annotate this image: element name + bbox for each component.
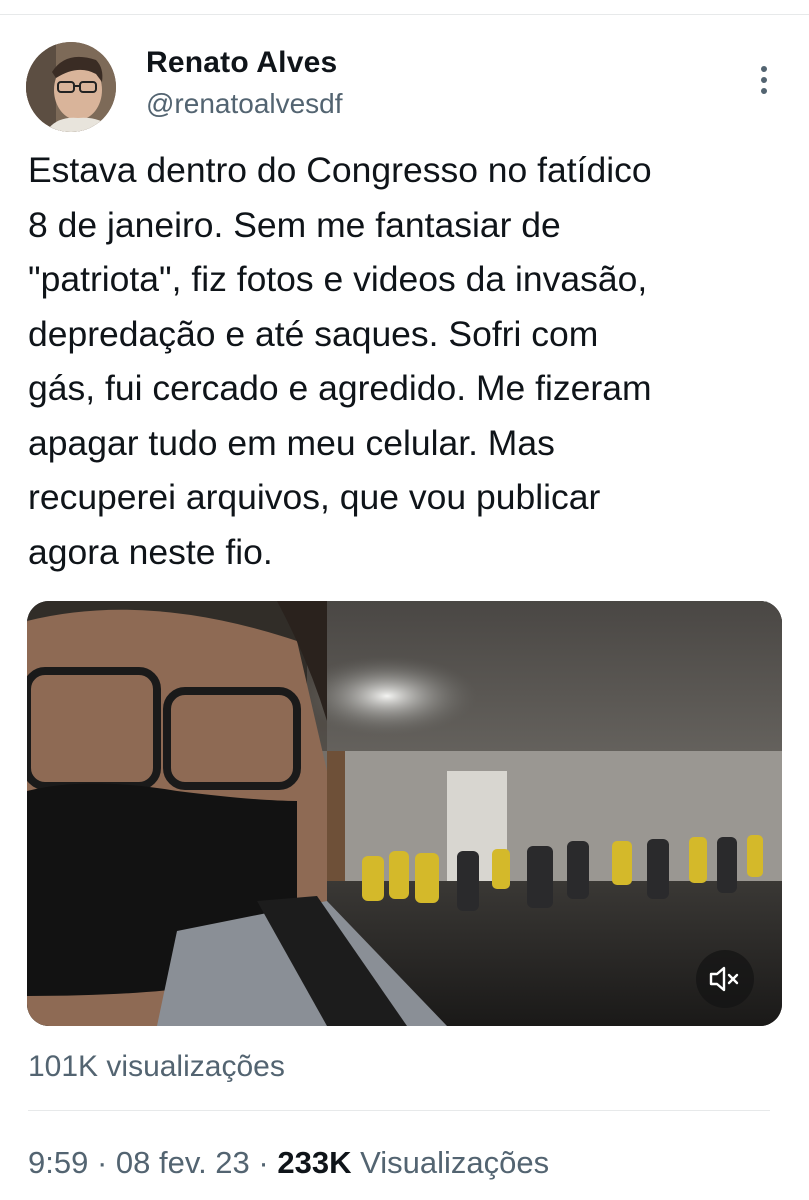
- author-handle[interactable]: @renatoalvesdf: [146, 88, 343, 120]
- views-count[interactable]: 233K: [277, 1145, 351, 1180]
- author-name[interactable]: Renato Alves: [146, 46, 337, 80]
- tweet-text: Estava dentro do Congresso no fatídico 8…: [28, 150, 652, 572]
- more-options-icon[interactable]: [750, 60, 778, 100]
- meta-separator: ·: [96, 1145, 108, 1180]
- meta-separator-2: ·: [258, 1145, 269, 1180]
- mute-toggle-button[interactable]: [696, 950, 754, 1008]
- tweet-date[interactable]: 08 fev. 23: [116, 1145, 250, 1180]
- author-avatar[interactable]: [26, 42, 116, 132]
- video-player[interactable]: [27, 601, 782, 1026]
- divider: [28, 1110, 770, 1111]
- tweet-time[interactable]: 9:59: [28, 1145, 88, 1180]
- tweet-metadata: 9:59 · 08 fev. 23 · 233K Visualizações: [28, 1145, 549, 1181]
- muted-speaker-icon: [709, 966, 739, 992]
- video-frame: [27, 601, 782, 1026]
- tweet-header: Renato Alves @renatoalvesdf: [0, 0, 809, 140]
- media-view-count[interactable]: 101K visualizações: [28, 1050, 285, 1084]
- views-word: Visualizações: [360, 1145, 550, 1180]
